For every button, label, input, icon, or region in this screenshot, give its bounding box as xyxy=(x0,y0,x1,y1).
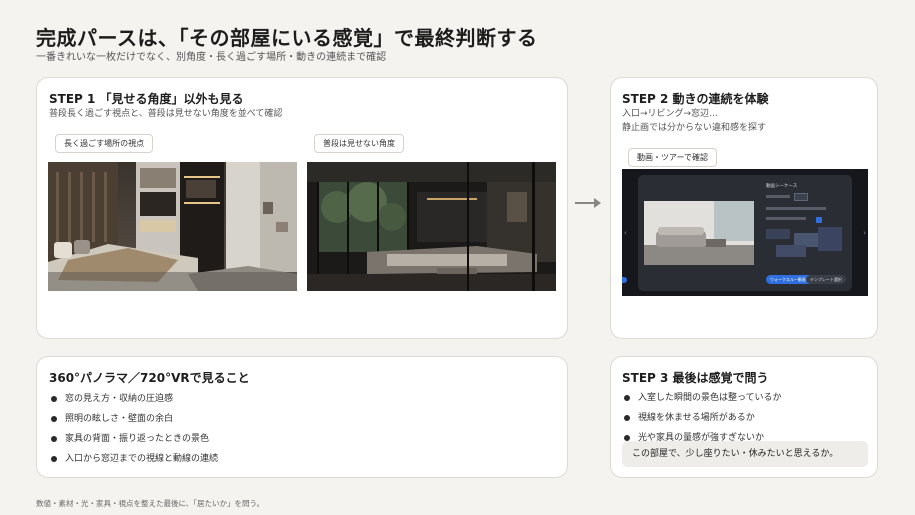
bedroom-photo xyxy=(48,162,297,291)
step3-checklist-item: 視線を休ませる場所があるか xyxy=(622,411,782,431)
sidebar-indicator xyxy=(622,277,627,283)
step1-card: STEP 1 「見せる角度」以外も見る 普段長く過ごす視点と、普段は見せない角度… xyxy=(36,77,568,339)
step2-description-line2: 静止画では分からない違和感を探す xyxy=(622,123,767,133)
screen-preview-image xyxy=(644,201,754,265)
vr-checklist-item: 窓の見え方・収納の圧迫感 xyxy=(49,392,218,412)
chevron-right-icon[interactable]: › xyxy=(863,229,866,237)
step3-checklist-item: 入室した瞬間の景色は整っているか xyxy=(622,391,782,411)
screen-panel-title: 動画シーケース xyxy=(766,184,798,189)
step1-title: STEP 1 「見せる角度」以外も見る xyxy=(49,92,244,106)
step3-callout: この部屋で、少し座りたい・休みたいと思えるか。 xyxy=(622,441,868,467)
step2-card: STEP 2 動きの連続を体験 入口→リビング→窓辺… 静止画では分からない違和… xyxy=(610,77,878,339)
vr-title: 360°パノラマ／720°VRで見ること xyxy=(49,371,250,385)
footer-note: 数値・素材・光・家具・視点を整えた最後に、「居たいか」を問う。 xyxy=(36,499,265,508)
vr-checklist-item: 家具の背面・振り返ったときの景色 xyxy=(49,432,218,452)
screen-panel xyxy=(766,193,844,263)
step3-card: STEP 3 最後は感覚で問う 入室した瞬間の景色は整っているか 視線を休ませる… xyxy=(610,356,878,478)
video-tour-screenshot: 動画シーケース ウォークスルー動画作成 テンプレート選択 ‹ › xyxy=(622,169,868,296)
step3-title: STEP 3 最後は感覚で問う xyxy=(622,371,769,385)
step2-description-line1: 入口→リビング→窓辺… xyxy=(622,109,719,119)
vr-checklist-item: 照明の眩しさ・壁面の余白 xyxy=(49,412,218,432)
page-title: 完成パースは、「その部屋にいる感覚」で最終判断する xyxy=(36,26,538,50)
living-room-photo xyxy=(307,162,556,291)
page-subtitle: 一番きれいな一枚だけでなく、別角度・長く過ごす場所・動きの連続まで確認 xyxy=(36,52,387,63)
chevron-left-icon[interactable]: ‹ xyxy=(624,229,627,237)
template-select-button[interactable]: テンプレート選択 xyxy=(806,275,846,284)
screen-dialog: 動画シーケース ウォークスルー動画作成 テンプレート選択 xyxy=(638,175,852,291)
step2-title: STEP 2 動きの連続を体験 xyxy=(622,92,769,106)
arrow-right-icon xyxy=(575,198,601,208)
vr-checklist-item: 入口から窓辺までの視線と動線の連続 xyxy=(49,452,218,472)
vr-card: 360°パノラマ／720°VRで見ること 窓の見え方・収納の圧迫感 照明の眩しさ… xyxy=(36,356,568,478)
step1-description: 普段長く過ごす視点と、普段は見せない角度を並べて確認 xyxy=(49,109,283,119)
image2-label: 普段は見せない角度 xyxy=(314,134,404,153)
vr-checklist: 窓の見え方・収納の圧迫感 照明の眩しさ・壁面の余白 家具の背面・振り返ったときの… xyxy=(49,392,218,472)
video-tour-label: 動画・ツアーで確認 xyxy=(628,148,718,167)
image1-label: 長く過ごす場所の視点 xyxy=(55,134,154,153)
